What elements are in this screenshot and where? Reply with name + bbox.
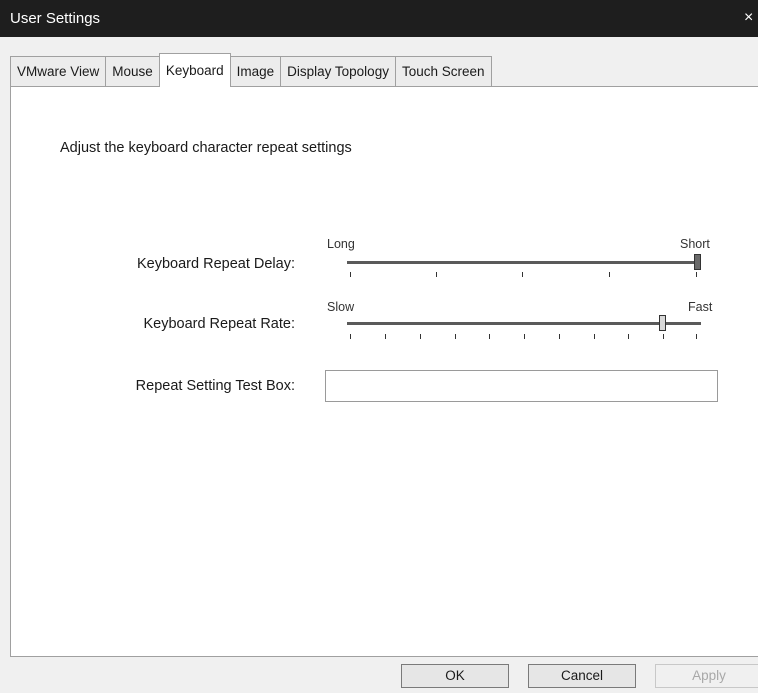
repeat-delay-max-label: Short	[680, 237, 710, 251]
tab-mouse[interactable]: Mouse	[105, 56, 159, 87]
repeat-test-input[interactable]	[325, 370, 718, 402]
repeat-rate-tick	[455, 334, 456, 339]
repeat-rate-tick	[524, 334, 525, 339]
tab-vmware-view[interactable]: VMware View	[10, 56, 106, 87]
test-box-label: Repeat Setting Test Box:	[135, 378, 295, 394]
repeat-rate-tick	[696, 334, 697, 339]
tab-display-topology[interactable]: Display Topology	[280, 56, 395, 87]
repeat-delay-tick	[696, 272, 697, 277]
panel-heading: Adjust the keyboard character repeat set…	[60, 140, 352, 156]
repeat-rate-thumb[interactable]	[659, 315, 667, 331]
tab-image[interactable]: Image	[230, 56, 281, 87]
tab-bar: VMware View Mouse Keyboard Image Display…	[10, 53, 492, 87]
repeat-rate-tick	[628, 334, 629, 339]
repeat-rate-tick	[385, 334, 386, 339]
repeat-rate-tick	[559, 334, 560, 339]
tab-keyboard[interactable]: Keyboard	[158, 53, 231, 87]
repeat-delay-tick	[522, 272, 523, 277]
repeat-rate-track[interactable]	[347, 322, 701, 325]
repeat-rate-tick	[489, 334, 490, 339]
repeat-rate-tick	[663, 334, 664, 339]
repeat-delay-tick	[350, 272, 351, 277]
repeat-delay-tick	[436, 272, 437, 277]
repeat-delay-thumb[interactable]	[694, 254, 701, 270]
repeat-rate-label: Keyboard Repeat Rate:	[143, 316, 295, 332]
close-icon[interactable]: ×	[744, 9, 753, 27]
repeat-delay-label: Keyboard Repeat Delay:	[137, 256, 295, 272]
ok-button[interactable]: OK	[401, 664, 509, 688]
title-bar: User Settings ×	[0, 0, 758, 37]
cancel-button[interactable]: Cancel	[528, 664, 636, 688]
repeat-delay-track[interactable]	[347, 261, 701, 264]
repeat-rate-min-label: Slow	[327, 300, 355, 314]
repeat-rate-tick	[350, 334, 351, 339]
tab-touch-screen[interactable]: Touch Screen	[394, 56, 492, 87]
apply-button: Apply	[655, 664, 758, 688]
repeat-rate-max-label: Fast	[688, 300, 713, 314]
repeat-delay-min-label: Long	[327, 237, 355, 251]
window-title: User Settings	[10, 10, 101, 27]
repeat-delay-tick	[609, 272, 610, 277]
repeat-rate-tick	[420, 334, 421, 339]
repeat-rate-tick	[594, 334, 595, 339]
